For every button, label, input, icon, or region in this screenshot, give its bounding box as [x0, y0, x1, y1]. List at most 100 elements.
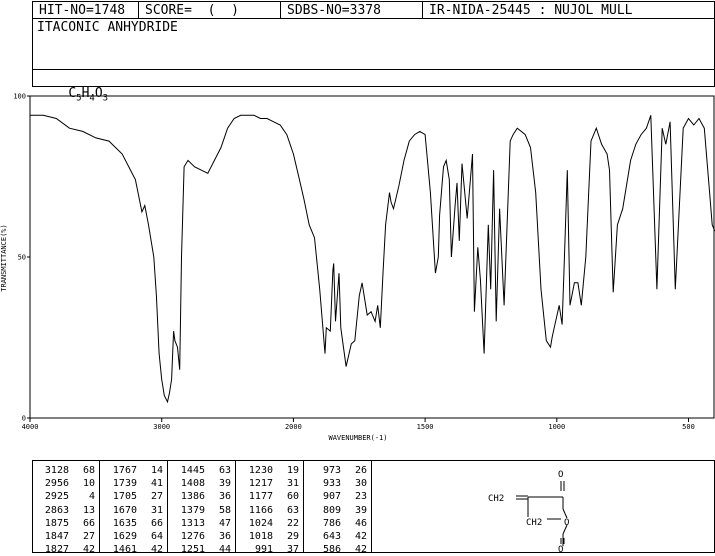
peak-row: 2925 4: [35, 490, 95, 503]
peak-transmittance: 27: [150, 491, 163, 503]
peak-row: 1313 47: [171, 517, 231, 530]
peak-wavenumber: 2956: [44, 478, 69, 490]
peak-transmittance: 68: [82, 465, 95, 476]
peak-row: 3128 68: [35, 464, 95, 477]
peak-wavenumber: 1018: [248, 530, 273, 542]
peak-row: 973 26: [307, 464, 367, 477]
peak-wavenumber: 1177: [248, 491, 273, 503]
y-tick-label: 50: [18, 254, 26, 262]
peak-row: 1386 36: [171, 490, 231, 503]
peak-transmittance: 63: [218, 465, 231, 476]
peak-row: 907 23: [307, 490, 367, 503]
ring-ch2-label: CH2: [526, 518, 542, 528]
peak-transmittance: 39: [218, 478, 231, 490]
peak-wavenumber: 1629: [112, 530, 137, 542]
peak-row: 933 30: [307, 477, 367, 490]
peak-transmittance: 10: [82, 478, 95, 490]
peak-row: 643 42: [307, 530, 367, 543]
itaconic-anhydride-structure: O CH2 CH2 O O: [488, 470, 569, 552]
transmittance-line: [30, 114, 715, 404]
peak-transmittance: 31: [286, 478, 299, 490]
peak-transmittance: 4: [88, 491, 95, 503]
peak-row: 1217 31: [239, 477, 299, 490]
peak-row: 1445 63: [171, 464, 231, 477]
methylene-label: CH2: [488, 494, 504, 504]
peak-row: 1847 27: [35, 530, 95, 543]
x-tick-label: 1000: [548, 423, 565, 431]
peak-wavenumber: 973: [322, 465, 341, 476]
x-axis-label: WAVENUMBER(-1): [328, 434, 387, 442]
ring-oxygen: O: [564, 518, 569, 528]
x-axis-ticks: 4000 3000 2000 1500 1000 500: [22, 418, 695, 431]
peak-transmittance: 22: [286, 517, 299, 529]
peak-transmittance: 26: [354, 465, 367, 476]
x-tick-label: 1500: [417, 423, 434, 431]
x-tick-label: 4000: [22, 423, 39, 431]
peak-wavenumber: 1379: [180, 504, 205, 516]
peak-transmittance: 19: [286, 465, 299, 476]
peak-transmittance: 42: [354, 530, 367, 542]
peak-row: 1827 42: [35, 543, 95, 556]
carbonyl-oxygen-bottom: O: [558, 545, 563, 552]
peak-wavenumber: 2863: [44, 504, 69, 516]
peak-transmittance: 63: [286, 504, 299, 516]
peak-wavenumber: 1875: [44, 517, 69, 529]
peak-row: 1177 60: [239, 490, 299, 503]
col-divider: [167, 461, 168, 552]
peak-wavenumber: 1230: [248, 465, 273, 476]
ir-spectrum-chart: 100 500 4000 3000 2000 1500 1000 500 WAVENUMBE…: [0, 93, 715, 442]
peak-transmittance: 42: [354, 544, 367, 556]
peak-transmittance: 66: [150, 517, 163, 529]
y-axis-ticks: 100 50 0: [13, 93, 30, 423]
y-axis-label: TRANSMITTANCE(%): [0, 224, 8, 291]
peak-row: 991 37: [239, 543, 299, 556]
peak-wavenumber: 1767: [112, 465, 137, 476]
peak-wavenumber: 907: [322, 491, 341, 503]
peak-wavenumber: 1024: [248, 517, 273, 529]
peak-transmittance: 14: [150, 465, 163, 476]
peak-column: 1767 14 1739 41 1705 27 1670 31 1635 66 1629 64 1461…: [103, 464, 163, 556]
y-tick-label: 100: [13, 93, 26, 101]
peak-wavenumber: 1408: [180, 478, 205, 490]
peak-wavenumber: 1739: [112, 478, 137, 490]
peak-transmittance: 42: [82, 544, 95, 556]
x-tick-label: 3000: [153, 423, 170, 431]
x-tick-label: 2000: [285, 423, 302, 431]
peak-row: 1635 66: [103, 517, 163, 530]
peak-row: 1739 41: [103, 477, 163, 490]
peak-row: 786 46: [307, 517, 367, 530]
peak-transmittance: 64: [150, 530, 163, 542]
peak-wavenumber: 1827: [44, 544, 69, 556]
peak-wavenumber: 643: [322, 530, 341, 542]
peak-row: 1408 39: [171, 477, 231, 490]
x-tick-label: 500: [682, 423, 695, 431]
peak-row: 1276 36: [171, 530, 231, 543]
peak-row: 1461 42: [103, 543, 163, 556]
peak-row: 809 39: [307, 504, 367, 517]
peak-row: 1024 22: [239, 517, 299, 530]
peak-transmittance: 23: [354, 491, 367, 503]
peak-row: 1230 19: [239, 464, 299, 477]
peak-transmittance: 39: [354, 504, 367, 516]
peak-row: 2863 13: [35, 504, 95, 517]
peak-wavenumber: 991: [254, 544, 273, 556]
peak-wavenumber: 1705: [112, 491, 137, 503]
peak-wavenumber: 586: [322, 544, 341, 556]
peak-column: 1230 19 1217 31 1177 60 1166 63 1024 22 1018 29 991 3…: [239, 464, 299, 556]
peak-column: 1445 63 1408 39 1386 36 1379 58 1313 47 1276 36 1251…: [171, 464, 231, 556]
peak-row: 1166 63: [239, 504, 299, 517]
col-divider: [99, 461, 100, 552]
peak-wavenumber: 1635: [112, 517, 137, 529]
carbonyl-oxygen-top: O: [558, 470, 563, 480]
col-divider: [235, 461, 236, 552]
peak-wavenumber: 933: [322, 478, 341, 490]
peak-wavenumber: 786: [322, 517, 341, 529]
peak-wavenumber: 1386: [180, 491, 205, 503]
peak-wavenumber: 809: [322, 504, 341, 516]
peak-row: 1705 27: [103, 490, 163, 503]
peak-row: 586 42: [307, 543, 367, 556]
peak-wavenumber: 1461: [112, 544, 137, 556]
peak-transmittance: 41: [150, 478, 163, 490]
peak-wavenumber: 1217: [248, 478, 273, 490]
peak-transmittance: 47: [218, 517, 231, 529]
